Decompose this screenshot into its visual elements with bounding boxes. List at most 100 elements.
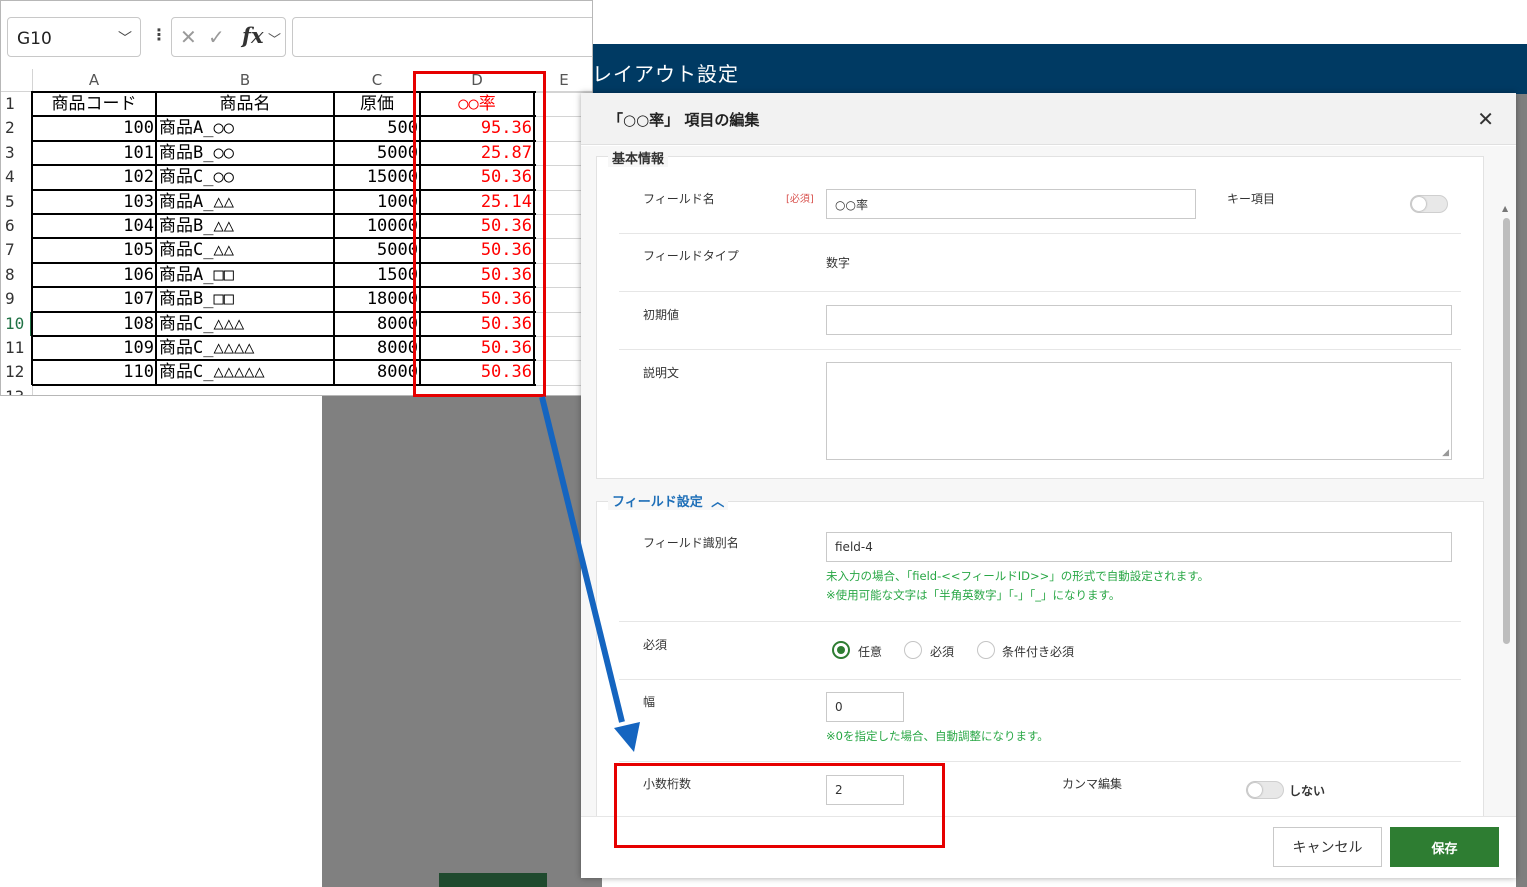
table-border [155, 91, 157, 385]
background-workspace [322, 395, 602, 887]
table-cell[interactable]: 106 [32, 263, 156, 287]
table-cell[interactable]: 商品C_△△△△△ [156, 360, 334, 384]
field-name-label: フィールド名 [643, 192, 715, 206]
table-cell[interactable]: 109 [32, 336, 156, 360]
chevron-down-icon[interactable]: ﹀ [118, 28, 132, 48]
table-cell[interactable]: 商品B_○○ [156, 141, 334, 165]
more-icon[interactable]: ⋮ [151, 25, 167, 44]
description-textarea[interactable]: ◢ [826, 362, 1452, 460]
radio-optional[interactable] [832, 641, 850, 659]
width-value: 0 [835, 700, 843, 714]
table-cell[interactable]: 10000 [334, 214, 420, 238]
field-name-input[interactable]: ○○率 [826, 189, 1196, 219]
field-settings-title: フィールド設定 [612, 495, 703, 510]
row-header-2: 2 [5, 118, 15, 138]
divider [619, 233, 1461, 234]
table-cell[interactable]: 5000 [334, 141, 420, 165]
comma-toggle-text: しない [1289, 784, 1326, 798]
table-cell[interactable]: 1500 [334, 263, 420, 287]
cancel-formula-icon[interactable]: ✕ [180, 25, 197, 49]
header-cell[interactable]: 商品コード [32, 92, 156, 116]
table-cell[interactable]: 商品C_△△△ [156, 312, 334, 336]
table-cell[interactable]: 商品C_○○ [156, 165, 334, 189]
initial-value-input[interactable] [826, 305, 1452, 335]
header-cell[interactable]: 原価 [334, 92, 420, 116]
field-settings-legend[interactable]: フィールド設定 ︿ [608, 491, 729, 510]
divider [619, 679, 1461, 680]
table-cell[interactable]: 商品B_△△ [156, 214, 334, 238]
name-box[interactable]: G10 ﹀ [7, 17, 141, 57]
close-icon[interactable]: ✕ [1477, 107, 1494, 131]
chevron-down-icon[interactable]: ﹀ [268, 29, 281, 48]
row-header-12: 12 [5, 362, 25, 382]
table-cell[interactable]: 1000 [334, 190, 420, 214]
width-help: ※0を指定した場合、自動調整になります。 [826, 729, 1049, 743]
table-cell[interactable]: 102 [32, 165, 156, 189]
table-cell[interactable]: 商品C_△△ [156, 238, 334, 262]
confirm-formula-icon[interactable]: ✓ [208, 25, 225, 49]
table-cell[interactable]: 105 [32, 238, 156, 262]
width-input[interactable]: 0 [826, 692, 904, 722]
table-cell[interactable]: 104 [32, 214, 156, 238]
row-header-1: 1 [5, 94, 15, 113]
table-cell[interactable]: 商品C_△△△△ [156, 336, 334, 360]
table-cell[interactable]: 8000 [334, 312, 420, 336]
table-cell[interactable]: 商品A_○○ [156, 116, 334, 140]
field-type-label: フィールドタイプ [643, 249, 739, 263]
table-cell[interactable]: 500 [334, 116, 420, 140]
cancel-button[interactable]: キャンセル [1273, 827, 1382, 867]
field-id-label: フィールド識別名 [643, 536, 739, 550]
row-header-6: 6 [5, 216, 15, 235]
radio-conditional-label: 条件付き必須 [1002, 645, 1075, 659]
scroll-thumb[interactable] [1503, 218, 1510, 644]
background-green-bar [439, 873, 547, 887]
description-label: 説明文 [643, 366, 680, 380]
divider [619, 761, 1461, 762]
table-cell[interactable]: 8000 [334, 336, 420, 360]
required-label: 必須 [643, 638, 668, 652]
field-id-input[interactable]: field-4 [826, 532, 1452, 562]
table-cell[interactable]: 103 [32, 190, 156, 214]
comma-toggle[interactable] [1246, 781, 1284, 799]
table-cell[interactable]: 110 [32, 360, 156, 384]
table-cell[interactable]: 101 [32, 141, 156, 165]
background-right-strip [1516, 94, 1527, 887]
row-header-8: 8 [5, 264, 15, 284]
modal-title: 「○○率」 項目の編集 [608, 111, 760, 129]
screenshot-root: レイアウト設定 G10 ﹀ ⋮ ✕ ✓ fx ﹀ ABCDE1234567891… [0, 0, 1527, 887]
table-cell[interactable]: 18000 [334, 287, 420, 311]
save-button[interactable]: 保存 [1390, 827, 1499, 867]
table-cell[interactable]: 108 [32, 312, 156, 336]
modal-scrollbar[interactable]: ▲ ▼ [1501, 204, 1511, 816]
toggle-knob [1248, 783, 1262, 797]
insert-function-icon[interactable]: fx [242, 23, 264, 48]
table-cell[interactable]: 100 [32, 116, 156, 140]
scroll-up-icon[interactable]: ▲ [1502, 204, 1508, 213]
table-cell[interactable]: 15000 [334, 165, 420, 189]
field-id-help-chars: ※使用可能な文字は「半角英数字」「-」「_」になります。 [826, 588, 1121, 602]
header-cell[interactable]: 商品名 [156, 92, 334, 116]
key-item-label: キー項目 [1227, 192, 1276, 206]
edit-field-modal: 「○○率」 項目の編集 ✕ 基本情報 フィールド名 [必須] ○○率 キー項目 … [581, 93, 1516, 878]
comma-label: カンマ編集 [1062, 777, 1123, 791]
table-cell[interactable]: 商品A_□□ [156, 263, 334, 287]
key-item-toggle[interactable] [1410, 195, 1448, 213]
formula-bar-input[interactable] [292, 17, 592, 57]
field-id-help: 未入力の場合、「field-<<フィールドID>>」の形式で自動設定されます。 [826, 569, 1210, 583]
row-header-7: 7 [5, 240, 15, 260]
radio-conditional[interactable] [977, 641, 995, 659]
row-header-10: 10 [1, 311, 32, 336]
radio-required[interactable] [904, 641, 922, 659]
table-cell[interactable]: 8000 [334, 360, 420, 384]
name-box-value: G10 [17, 29, 52, 49]
table-cell[interactable]: 5000 [334, 238, 420, 262]
table-cell[interactable]: 商品A_△△ [156, 190, 334, 214]
table-border [333, 91, 335, 385]
table-border [31, 91, 33, 385]
table-cell[interactable]: 商品B_□□ [156, 287, 334, 311]
resize-grip-icon[interactable]: ◢ [1442, 448, 1449, 458]
column-header-C: C [371, 71, 383, 89]
radio-dot [837, 646, 845, 654]
table-cell[interactable]: 107 [32, 287, 156, 311]
divider [619, 349, 1461, 350]
